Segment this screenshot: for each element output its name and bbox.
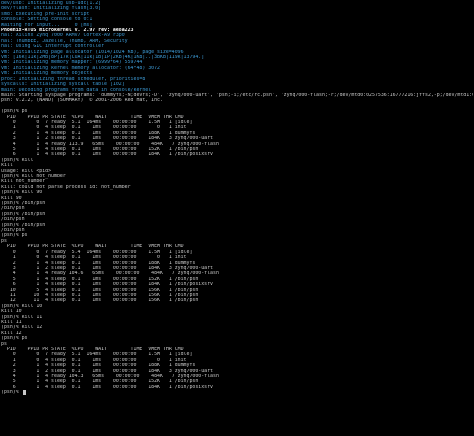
terminal-window[interactable]: dev/usb: Initializing usb-udc[1.2] dev/fl… [1,1,473,435]
terminal-cursor [22,390,26,396]
terminal-line: (psh)% [1,390,473,396]
